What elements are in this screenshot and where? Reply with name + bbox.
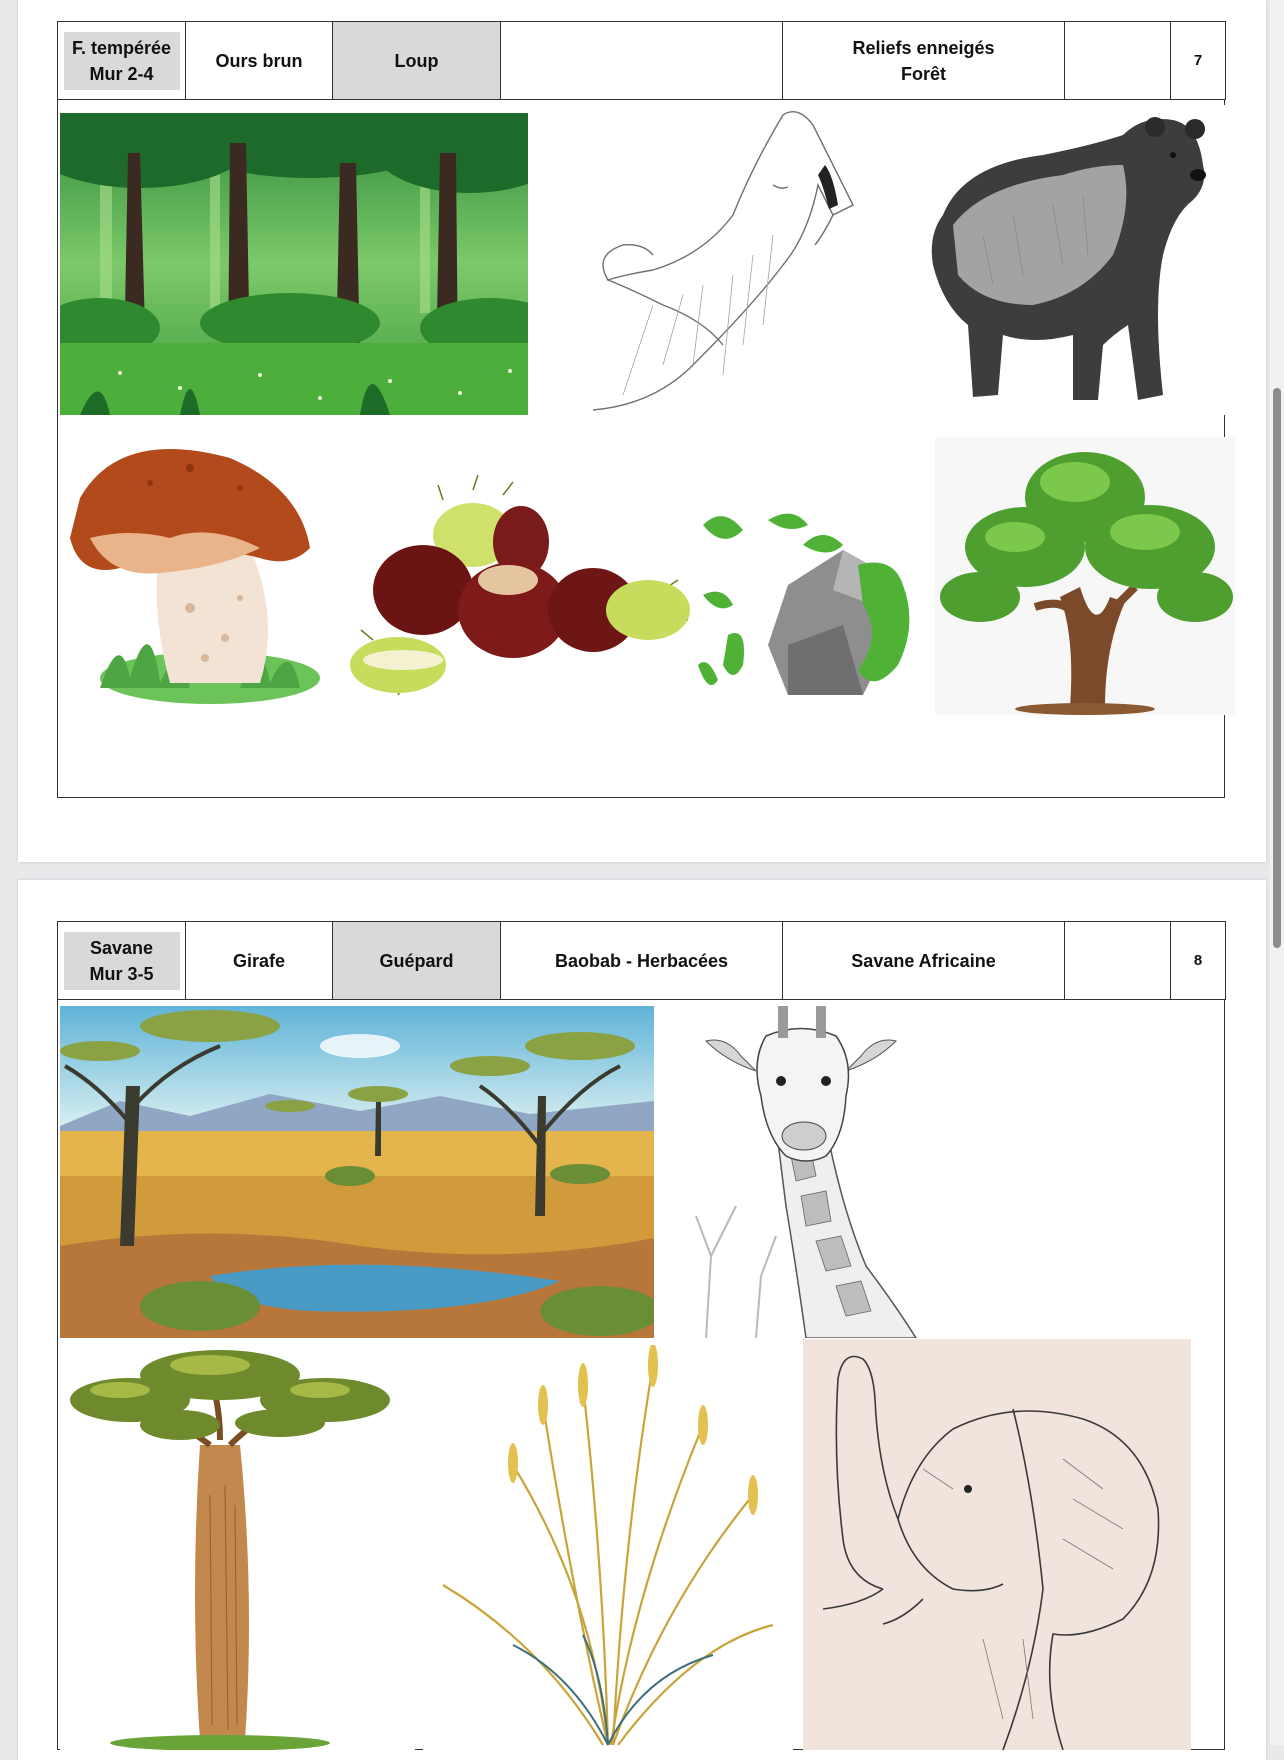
scrollbar-thumb[interactable] bbox=[1273, 388, 1281, 948]
wall-label: Mur 2-4 bbox=[89, 63, 154, 84]
document-page-1: F. tempérée Mur 2-4 Ours brun Loup Relie… bbox=[18, 0, 1266, 862]
animal-1-cell: Girafe bbox=[185, 921, 333, 1000]
landscape-line-1: Reliefs enneigés bbox=[852, 37, 995, 58]
savanna-landscape-image bbox=[60, 1006, 654, 1338]
landscape-cell: Reliefs enneigés Forêt bbox=[782, 21, 1065, 100]
extra-cell bbox=[1064, 921, 1171, 1000]
plants-cell: Baobab - Herbacées bbox=[500, 921, 783, 1000]
extra-cell bbox=[1064, 21, 1171, 100]
biome-header-row: Savane Mur 3-5 Girafe Guépard Baobab - H… bbox=[57, 921, 1226, 1000]
chestnuts-image bbox=[343, 470, 693, 695]
animal-2-cell: Loup bbox=[332, 21, 501, 100]
biome-name: Savane bbox=[89, 937, 154, 958]
dry-grass-image bbox=[423, 1345, 793, 1750]
temperate-forest-image bbox=[60, 113, 528, 415]
elephant-image bbox=[803, 1339, 1191, 1750]
moss-covered-rocks-image bbox=[693, 505, 933, 705]
plants-cell bbox=[500, 21, 783, 100]
biome-cell: Savane Mur 3-5 bbox=[57, 921, 186, 1000]
number-cell: 8 bbox=[1170, 921, 1226, 1000]
number-cell: 7 bbox=[1170, 21, 1226, 100]
animal-2-cell: Guépard bbox=[332, 921, 501, 1000]
baobab-tree-image bbox=[60, 1345, 415, 1750]
mushroom-image bbox=[60, 428, 322, 713]
vertical-scrollbar[interactable] bbox=[1270, 0, 1284, 1745]
wall-label: Mur 3-5 bbox=[89, 963, 154, 984]
oak-tree-image bbox=[935, 437, 1235, 715]
document-page-2: Savane Mur 3-5 Girafe Guépard Baobab - H… bbox=[18, 880, 1266, 1760]
biome-name: F. tempérée bbox=[71, 37, 172, 58]
biome-cell: F. tempérée Mur 2-4 bbox=[57, 21, 186, 100]
landscape-cell: Savane Africaine bbox=[782, 921, 1065, 1000]
biome-header-row: F. tempérée Mur 2-4 Ours brun Loup Relie… bbox=[57, 21, 1226, 100]
landscape-line-2: Forêt bbox=[901, 63, 946, 84]
animal-1-cell: Ours brun bbox=[185, 21, 333, 100]
giraffe-image bbox=[666, 1006, 966, 1338]
howling-wolf-image bbox=[533, 105, 923, 415]
brown-bear-image bbox=[923, 105, 1233, 415]
